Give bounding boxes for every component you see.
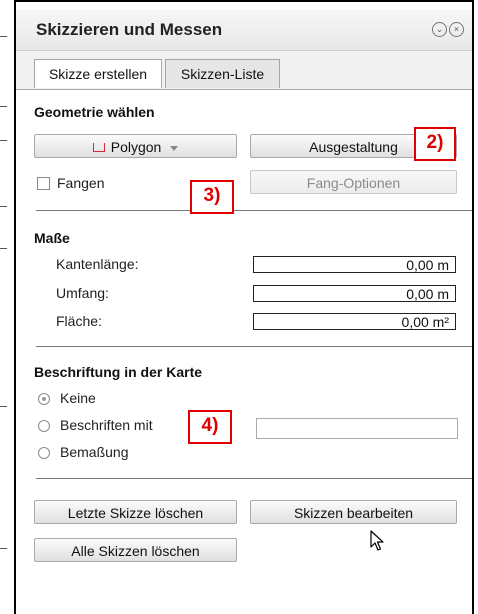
section-divider — [36, 210, 472, 211]
section-divider — [36, 346, 472, 347]
radio-none[interactable] — [38, 393, 50, 405]
tab-bar: Skizze erstellen Skizzen-Liste — [16, 51, 472, 90]
polygon-dropdown[interactable]: Polygon — [34, 134, 237, 158]
collapse-icon[interactable]: ⌄ — [432, 22, 447, 37]
polygon-label: Polygon — [110, 139, 162, 155]
map-edge-tick — [0, 140, 7, 141]
section-divider — [36, 478, 472, 479]
label-text-input[interactable] — [256, 418, 458, 439]
radio-dimensioning-label: Bemaßung — [60, 444, 129, 460]
perimeter-value: 0,00 m — [253, 285, 456, 302]
edge-length-label: Kantenlänge: — [56, 256, 139, 272]
callout-4: 4) — [188, 410, 232, 444]
perimeter-label: Umfang: — [56, 285, 109, 301]
map-edge-tick — [0, 106, 7, 107]
delete-all-sketches-button[interactable]: Alle Skizzen löschen — [34, 538, 237, 562]
mouse-cursor-icon — [370, 530, 384, 551]
chevron-down-icon — [170, 145, 179, 151]
area-label: Fläche: — [56, 313, 102, 329]
callout-2: 2) — [414, 127, 456, 161]
radio-label-with[interactable] — [38, 420, 50, 432]
map-edge-tick — [0, 206, 7, 207]
edit-sketches-button[interactable]: Skizzen bearbeiten — [250, 500, 457, 524]
panel-title: Skizzieren und Messen — [36, 20, 223, 39]
polygon-icon — [92, 142, 105, 152]
map-edge-tick — [0, 248, 7, 249]
snap-label: Fangen — [57, 175, 105, 191]
snap-options-button[interactable]: Fang-Optionen — [250, 170, 457, 194]
edge-length-value: 0,00 m — [253, 256, 456, 273]
labeling-section-title: Beschriftung in der Karte — [34, 364, 203, 380]
tab-sketch-list[interactable]: Skizzen-Liste — [165, 59, 280, 88]
radio-dimensioning[interactable] — [38, 447, 50, 459]
sketch-measure-panel: Skizzieren und Messen ⌄ × Skizze erstell… — [14, 0, 474, 614]
callout-3: 3) — [190, 180, 234, 214]
panel-header: Skizzieren und Messen ⌄ × — [16, 10, 472, 51]
map-edge-tick — [0, 406, 7, 407]
map-edge-tick — [0, 548, 7, 549]
tab-create-sketch[interactable]: Skizze erstellen — [34, 59, 162, 88]
delete-last-sketch-button[interactable]: Letzte Skizze löschen — [34, 500, 237, 524]
radio-none-label: Keine — [60, 390, 96, 406]
snap-checkbox[interactable] — [37, 177, 50, 190]
geometry-section-title: Geometrie wählen — [34, 104, 155, 120]
map-edge-tick — [0, 36, 7, 37]
radio-label-with-label: Beschriften mit — [60, 417, 153, 433]
measures-section-title: Maße — [34, 230, 70, 246]
area-value: 0,00 m² — [253, 313, 456, 330]
close-icon[interactable]: × — [449, 22, 464, 37]
